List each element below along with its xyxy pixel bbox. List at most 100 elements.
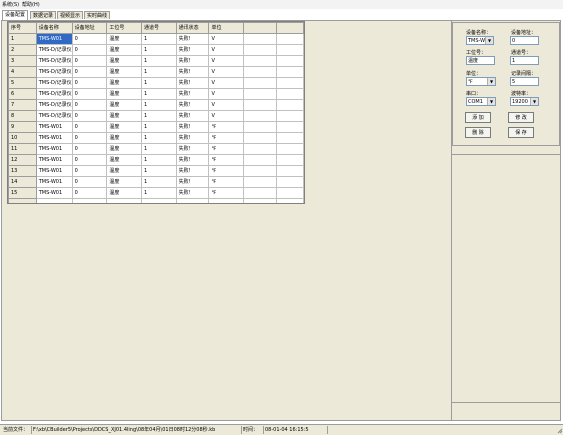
- table-row[interactable]: 15 TMS-W01 0 温度 1 失败! ℉: [8, 187, 304, 199]
- cell-channel[interactable]: 1: [141, 132, 177, 144]
- cell-comm-status[interactable]: 失败!: [175, 110, 210, 122]
- table-row[interactable]: 9 TMS-W01 0 温度 1 失败! ℉: [8, 121, 304, 133]
- cell-comm-status[interactable]: 失败!: [175, 77, 210, 89]
- col-header-blank[interactable]: [243, 22, 278, 34]
- cell-blank[interactable]: [276, 121, 304, 133]
- cell-channel[interactable]: 1: [141, 44, 177, 56]
- menu-help[interactable]: 帮助(H): [22, 1, 40, 8]
- col-header-station[interactable]: 工位号: [106, 22, 143, 34]
- cell-index[interactable]: 12: [8, 154, 37, 166]
- device-addr-input[interactable]: 0: [510, 36, 539, 45]
- cell-channel[interactable]: 1: [141, 55, 177, 67]
- cell-channel[interactable]: 1: [141, 88, 177, 100]
- cell-index[interactable]: 2: [8, 44, 37, 56]
- cell-index[interactable]: 9: [8, 121, 37, 133]
- table-row[interactable]: 10 TMS-W01 0 温度 1 失败! ℉: [8, 132, 304, 144]
- cell-blank[interactable]: [243, 198, 278, 203]
- baud-select[interactable]: 19200 ▼: [510, 97, 539, 106]
- cell-station[interactable]: 温度: [106, 66, 143, 78]
- cell-channel[interactable]: 1: [141, 99, 177, 111]
- cell-blank[interactable]: [276, 88, 304, 100]
- tab-realtime-curve[interactable]: 实时曲线: [84, 11, 111, 19]
- col-header-device-name[interactable]: 设备名称: [35, 22, 73, 34]
- cell-blank[interactable]: [276, 187, 304, 199]
- cell-device-addr[interactable]: 0: [71, 88, 108, 100]
- col-header-channel[interactable]: 通道号: [141, 22, 177, 34]
- cell-comm-status[interactable]: 失败!: [175, 66, 210, 78]
- cell-blank[interactable]: [243, 154, 278, 166]
- cell-index[interactable]: 10: [8, 132, 37, 144]
- cell-blank[interactable]: [243, 33, 278, 45]
- cell-station[interactable]: 温度: [106, 33, 143, 45]
- cell-station[interactable]: 温度: [106, 55, 143, 67]
- cell-station[interactable]: 温度: [106, 110, 143, 122]
- cell-blank[interactable]: [276, 66, 304, 78]
- cell-device-addr[interactable]: 0: [71, 110, 108, 122]
- cell-device-addr[interactable]: 0: [71, 132, 108, 144]
- cell-device-name[interactable]: TMS-D/记录仪: [35, 44, 73, 56]
- cell-blank[interactable]: [175, 198, 210, 203]
- table-row[interactable]: 7 TMS-D/记录仪 0 温度 1 失败! V: [8, 99, 304, 111]
- device-grid[interactable]: 序号 设备名称 设备地址 工位号 通道号 通讯状态 单位 1 TMS-W01 0 温度…: [7, 21, 305, 204]
- cell-index[interactable]: 15: [8, 187, 37, 199]
- tab-video-display[interactable]: 视频显示: [57, 11, 84, 19]
- channel-input[interactable]: 1: [510, 56, 539, 65]
- cell-station[interactable]: 温度: [106, 88, 143, 100]
- cell-blank[interactable]: [243, 99, 278, 111]
- cell-index[interactable]: 4: [8, 66, 37, 78]
- cell-unit[interactable]: V: [208, 66, 245, 78]
- cell-comm-status[interactable]: 失败!: [175, 88, 210, 100]
- cell-station[interactable]: 温度: [106, 121, 143, 133]
- cell-unit[interactable]: ℉: [208, 154, 245, 166]
- table-row[interactable]: 3 TMS-D/记录仪 0 温度 1 失败! V: [8, 55, 304, 67]
- cell-blank[interactable]: [8, 198, 37, 203]
- col-header-blank[interactable]: [276, 22, 304, 34]
- cell-comm-status[interactable]: 失败!: [175, 143, 210, 155]
- cell-blank[interactable]: [243, 88, 278, 100]
- cell-device-name[interactable]: TMS-D/记录仪: [35, 110, 73, 122]
- cell-unit[interactable]: ℉: [208, 121, 245, 133]
- table-row[interactable]: 6 TMS-D/记录仪 0 温度 1 失败! V: [8, 88, 304, 100]
- cell-blank[interactable]: [243, 143, 278, 155]
- col-header-comm-status[interactable]: 通讯状态: [175, 22, 210, 34]
- cell-comm-status[interactable]: 失败!: [175, 99, 210, 111]
- cell-device-addr[interactable]: 0: [71, 121, 108, 133]
- cell-blank[interactable]: [276, 176, 304, 188]
- cell-blank[interactable]: [276, 143, 304, 155]
- cell-blank[interactable]: [243, 187, 278, 199]
- cell-device-addr[interactable]: 0: [71, 55, 108, 67]
- cell-index[interactable]: 7: [8, 99, 37, 111]
- cell-blank[interactable]: [276, 198, 304, 203]
- cell-index[interactable]: 14: [8, 176, 37, 188]
- cell-device-name[interactable]: TMS-W01: [35, 132, 73, 144]
- cell-blank[interactable]: [243, 110, 278, 122]
- chevron-down-icon[interactable]: ▼: [487, 78, 495, 85]
- cell-blank[interactable]: [35, 198, 73, 203]
- cell-unit[interactable]: V: [208, 99, 245, 111]
- cell-blank[interactable]: [71, 198, 108, 203]
- cell-device-name[interactable]: TMS-W01: [35, 176, 73, 188]
- cell-blank[interactable]: [276, 165, 304, 177]
- add-button[interactable]: 添 加: [465, 112, 491, 123]
- cell-unit[interactable]: V: [208, 55, 245, 67]
- cell-device-addr[interactable]: 0: [71, 66, 108, 78]
- cell-station[interactable]: 温度: [106, 187, 143, 199]
- cell-channel[interactable]: 1: [141, 154, 177, 166]
- cell-comm-status[interactable]: 失败!: [175, 176, 210, 188]
- cell-device-name[interactable]: TMS-D/记录仪: [35, 88, 73, 100]
- cell-device-name[interactable]: TMS-W01: [35, 165, 73, 177]
- cell-station[interactable]: 温度: [106, 176, 143, 188]
- cell-channel[interactable]: 1: [141, 176, 177, 188]
- cell-device-addr[interactable]: 0: [71, 154, 108, 166]
- cell-device-name[interactable]: TMS-W01: [35, 33, 73, 45]
- table-row[interactable]: 4 TMS-D/记录仪 0 温度 1 失败! V: [8, 66, 304, 78]
- cell-device-name[interactable]: TMS-D/记录仪: [35, 55, 73, 67]
- cell-station[interactable]: 温度: [106, 143, 143, 155]
- cell-device-name[interactable]: TMS-W01: [35, 143, 73, 155]
- table-row[interactable]: 5 TMS-D/记录仪 0 温度 1 失败! V: [8, 77, 304, 89]
- cell-station[interactable]: 温度: [106, 44, 143, 56]
- cell-unit[interactable]: V: [208, 33, 245, 45]
- interval-input[interactable]: 5: [510, 77, 539, 86]
- cell-index[interactable]: 11: [8, 143, 37, 155]
- menu-system[interactable]: 系统(S): [2, 1, 19, 8]
